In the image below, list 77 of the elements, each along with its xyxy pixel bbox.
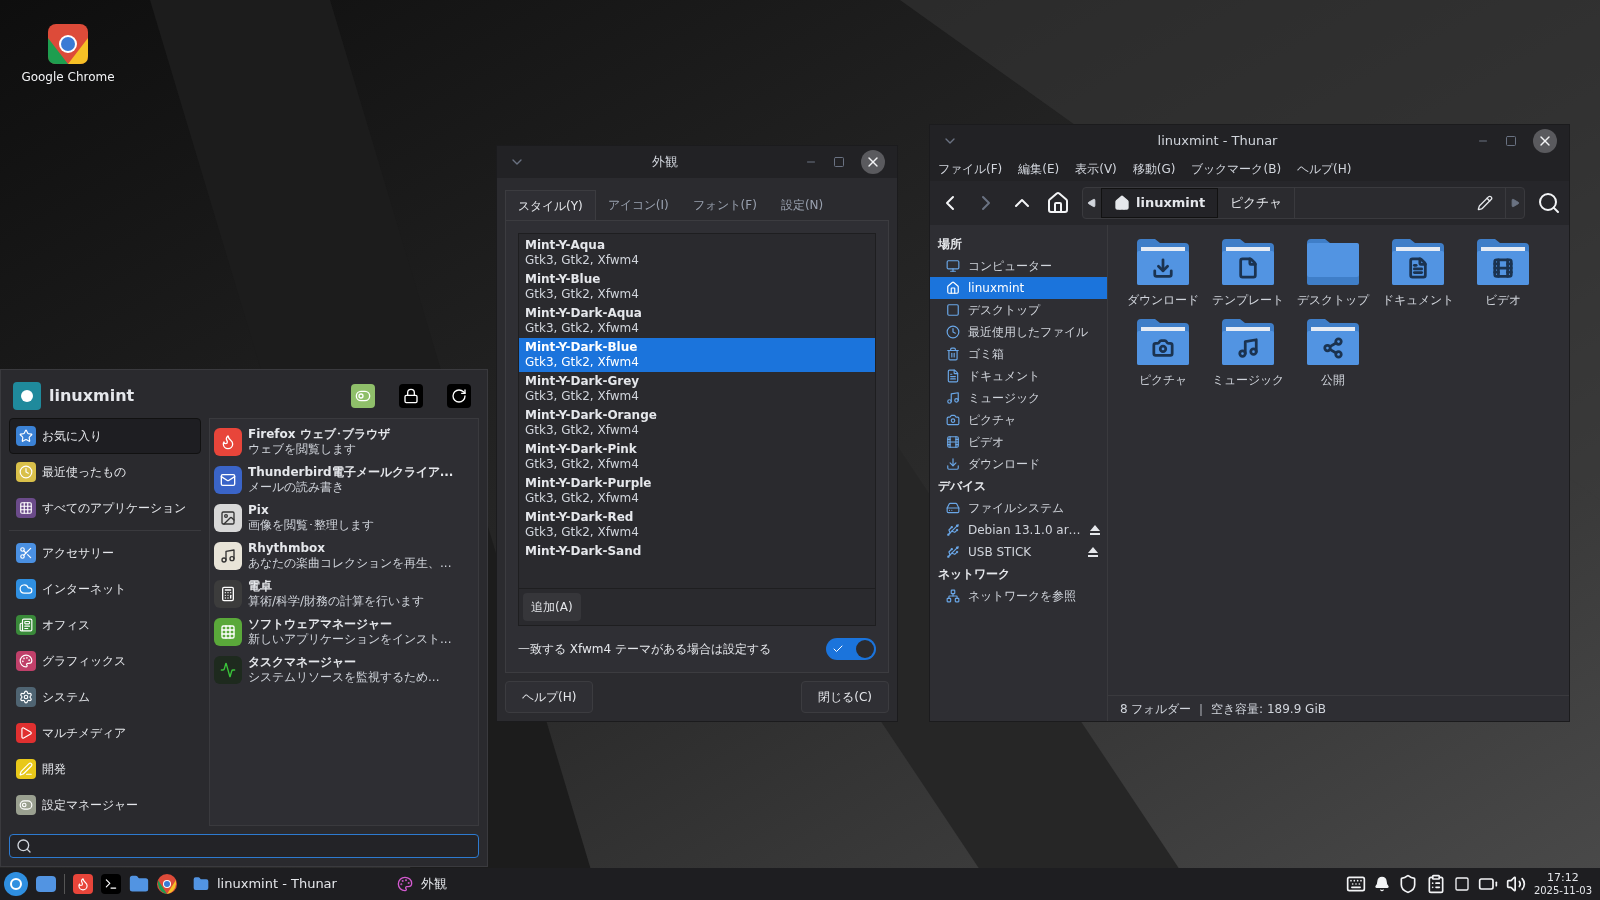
theme-item[interactable]: Mint-Y-Dark-Sand [519, 542, 875, 561]
status-text: 8 フォルダー ｜ 空き容量: 189.9 GiB [1120, 700, 1326, 718]
sidebar-item[interactable]: ダウンロード [930, 453, 1107, 475]
sidebar-item[interactable]: ファイルシステム [930, 497, 1107, 519]
theme-item[interactable]: Mint-Y-Dark-Orange Gtk3, Gtk2, Xfwm4 [519, 406, 875, 440]
clock[interactable]: 17:12 2025-11-03 [1533, 871, 1596, 897]
tab[interactable]: フォント(F) [680, 190, 769, 220]
category-item[interactable]: すべてのアプリケーション [9, 490, 201, 526]
favorite-app-item[interactable]: タスクマネージャー システムリソースを監視するため... [214, 651, 478, 689]
sidebar-item[interactable]: linuxmint [930, 277, 1107, 299]
theme-item[interactable]: Mint-Y-Dark-Purple Gtk3, Gtk2, Xfwm4 [519, 474, 875, 508]
menu-item[interactable]: 編集(E) [1018, 160, 1060, 178]
category-item[interactable]: マルチメディア [9, 715, 201, 751]
tab[interactable]: 設定(N) [768, 190, 836, 220]
task-button[interactable]: 外観 [389, 870, 585, 898]
folder-item[interactable]: デスクトップ [1290, 237, 1375, 309]
theme-item[interactable]: Mint-Y-Dark-Grey Gtk3, Gtk2, Xfwm4 [519, 372, 875, 406]
folder-item[interactable]: ダウンロード [1120, 237, 1205, 309]
menu-item[interactable]: 表示(V) [1075, 160, 1117, 178]
sidebar-heading: ネットワーク [937, 566, 1011, 583]
theme-item[interactable]: Mint-Y-Aqua Gtk3, Gtk2, Xfwm4 [519, 236, 875, 270]
window-title: 外観 [652, 153, 678, 172]
category-item[interactable]: オフィス [9, 607, 201, 643]
folder-item[interactable]: ビデオ [1460, 237, 1545, 309]
sidebar-item[interactable]: ドキュメント [930, 365, 1107, 387]
desktop-icon-label[interactable]: Google Chrome [21, 68, 115, 86]
favorite-app-item[interactable]: Rhythmbox あなたの楽曲コレクションを再生、... [214, 537, 478, 575]
sidebar-item[interactable]: コンピューター [930, 255, 1107, 277]
sidebar-item[interactable]: 最近使用したファイル [930, 321, 1107, 343]
folder-item[interactable]: テンプレート [1205, 237, 1290, 309]
sidebar-item[interactable]: Debian 13.1.0 ar… [930, 519, 1107, 541]
tab[interactable]: スタイル(Y) [505, 190, 596, 220]
category-item[interactable]: 開発 [9, 751, 201, 787]
category-item[interactable]: インターネット [9, 571, 201, 607]
window-title: linuxmint - Thunar [1157, 132, 1278, 151]
menu-item[interactable]: ファイル(F) [938, 160, 1003, 178]
path-button[interactable]: linuxmint [1101, 188, 1219, 218]
sidebar-item[interactable]: ゴミ箱 [930, 343, 1107, 365]
favorite-app-item[interactable]: Pix 画像を閲覧･整理します [214, 499, 478, 537]
category-item[interactable]: 最近使ったもの [9, 454, 201, 490]
favorite-app-item[interactable]: ソフトウェアマネージャー 新しいアプリケーションをインスト... [214, 613, 478, 651]
menu-item[interactable]: ブックマーク(B) [1191, 160, 1282, 178]
add-button[interactable]: 追加(A) [523, 593, 581, 621]
category-item[interactable]: 設定マネージャー [9, 787, 201, 823]
favorite-app-item[interactable]: Thunderbird電子メールクライア... メールの読み書き [214, 461, 478, 499]
sidebar-item[interactable]: ピクチャ [930, 409, 1107, 431]
user-name: linuxmint [49, 385, 136, 407]
category-item[interactable]: お気に入り [9, 418, 201, 454]
favorite-app-item[interactable]: 電卓 算術/科学/財務の計算を行います [214, 575, 478, 613]
sidebar-item[interactable]: ビデオ [930, 431, 1107, 453]
favorite-app-item[interactable]: Firefox ウェブ･ブラウザ ウェブを閲覧します [214, 423, 478, 461]
folder-item[interactable]: ミュージック [1205, 317, 1290, 389]
category-item[interactable]: グラフィックス [9, 643, 201, 679]
category-item[interactable]: アクセサリー [9, 535, 201, 571]
folder-item[interactable]: ドキュメント [1375, 237, 1460, 309]
task-button[interactable]: linuxmint - Thunar [185, 870, 381, 898]
sidebar-item[interactable]: ネットワークを参照 [930, 585, 1107, 607]
sidebar-heading: 場所 [936, 236, 963, 253]
menu-item[interactable]: ヘルプ(H) [1297, 160, 1352, 178]
theme-item[interactable]: Mint-Y-Blue Gtk3, Gtk2, Xfwm4 [519, 270, 875, 304]
sidebar-item[interactable]: USB STICK [930, 541, 1107, 563]
theme-item[interactable]: Mint-Y-Dark-Aqua Gtk3, Gtk2, Xfwm4 [519, 304, 875, 338]
sidebar-item[interactable]: デスクトップ [930, 299, 1107, 321]
toggle-label: 一致する Xfwm4 テーマがある場合は設定する [518, 641, 771, 658]
sidebar-item[interactable]: ミュージック [930, 387, 1107, 409]
path-button[interactable]: ピクチャ [1218, 188, 1296, 218]
close-dialog-button[interactable]: 閉じる(C) [801, 681, 889, 713]
theme-item[interactable]: Mint-Y-Dark-Blue Gtk3, Gtk2, Xfwm4 [519, 338, 875, 372]
folder-item[interactable]: 公開 [1290, 317, 1375, 389]
menu-item[interactable]: 移動(G) [1132, 160, 1176, 178]
help-button[interactable]: ヘルプ(H) [505, 681, 594, 713]
theme-item[interactable]: Mint-Y-Dark-Red Gtk3, Gtk2, Xfwm4 [519, 508, 875, 542]
theme-item[interactable]: Mint-Y-Dark-Pink Gtk3, Gtk2, Xfwm4 [519, 440, 875, 474]
category-item[interactable]: システム [9, 679, 201, 715]
sidebar-heading: デバイス [937, 478, 987, 495]
tab[interactable]: アイコン(I) [595, 190, 681, 220]
folder-item[interactable]: ピクチャ [1120, 317, 1205, 389]
